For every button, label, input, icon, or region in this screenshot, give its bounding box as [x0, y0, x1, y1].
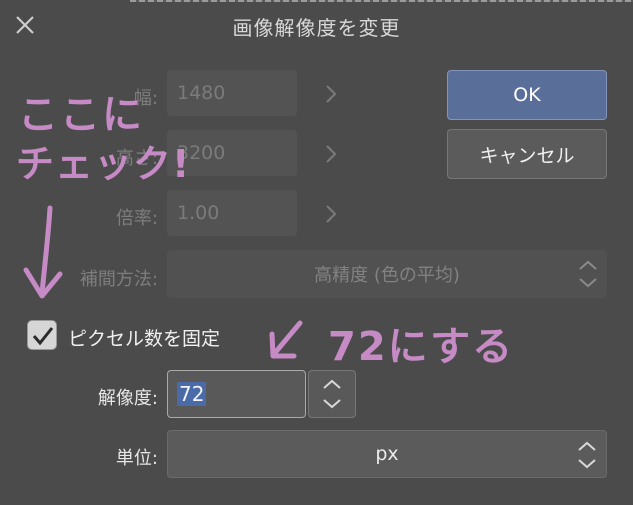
stepper-updown-icon	[323, 379, 341, 409]
unit-label: 単位:	[115, 448, 158, 469]
scale-label: 倍率:	[115, 208, 158, 229]
interpolation-select: 高精度 (色の平均)	[167, 250, 607, 298]
scale-chevron-right-icon	[326, 205, 337, 223]
cancel-button[interactable]: キャンセル	[447, 129, 607, 179]
annotation-diagonal-arrow-icon	[269, 320, 303, 359]
annotation-check-here: ここに	[18, 92, 144, 138]
ok-button[interactable]: OK	[447, 70, 607, 120]
dialog-title: 画像解像度を変更	[232, 16, 401, 40]
title-bar: 画像解像度を変更	[0, 2, 633, 48]
height-chevron-right-icon	[326, 145, 337, 163]
scale-value: 1.00	[177, 202, 220, 224]
unit-select[interactable]: px	[167, 430, 607, 478]
checkmark-icon	[32, 327, 54, 346]
width-field: 1480	[167, 70, 297, 116]
unit-value: px	[375, 443, 399, 465]
annotation-check: チェック!	[16, 142, 191, 186]
updown-chevron-icon	[578, 441, 596, 469]
updown-chevron-icon	[579, 260, 597, 288]
width-chevron-right-icon	[326, 85, 337, 103]
annotation-set-72: 72にする	[328, 324, 515, 370]
interpolation-value: 高精度 (色の平均)	[314, 265, 460, 286]
width-value: 1480	[177, 82, 226, 104]
fix-pixels-label[interactable]: ピクセル数を固定	[68, 324, 220, 351]
resolution-input[interactable]: 72	[167, 370, 306, 418]
resolution-label: 解像度:	[97, 388, 158, 409]
fix-pixels-checkbox[interactable]	[27, 320, 57, 350]
resolution-value: 72	[177, 382, 207, 406]
annotation-down-arrow-icon	[23, 205, 63, 299]
resolution-stepper[interactable]	[308, 370, 356, 418]
scale-field: 1.00	[167, 190, 297, 236]
